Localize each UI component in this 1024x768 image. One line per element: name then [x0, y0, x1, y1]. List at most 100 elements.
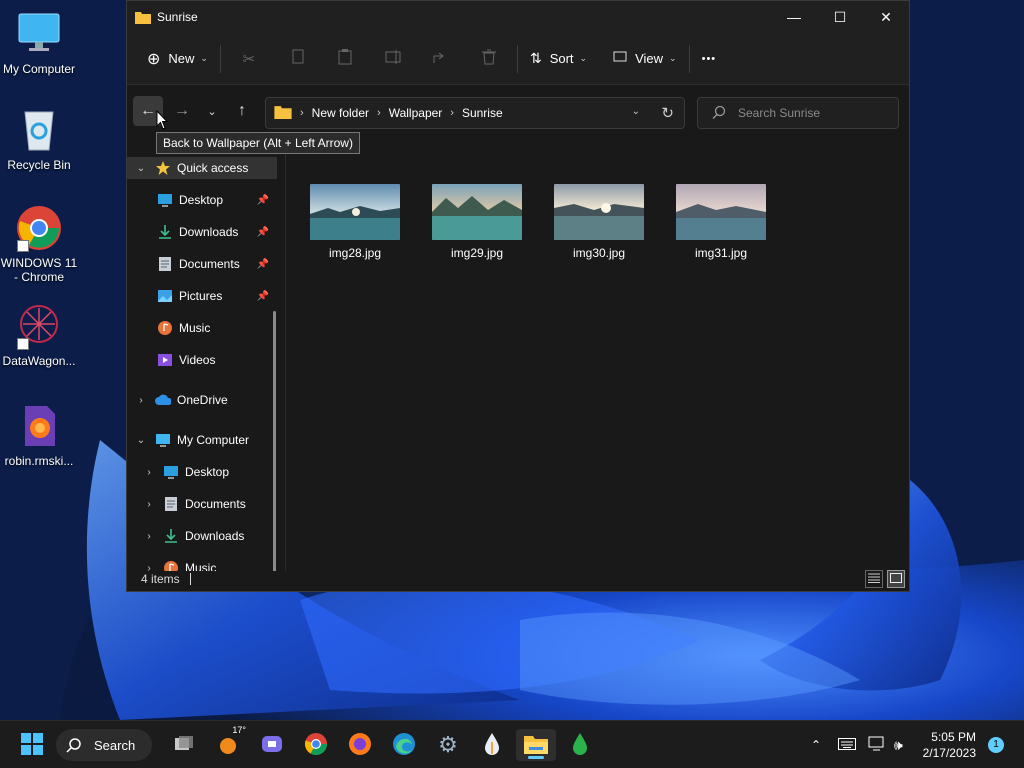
desktop-icon-datawagon[interactable]: DataWagon...: [0, 302, 78, 368]
up-button[interactable]: ↑: [227, 96, 257, 126]
title-bar[interactable]: Sunrise — ☐ ✕: [127, 1, 909, 33]
firefox-app[interactable]: [344, 729, 376, 761]
breadcrumb-item[interactable]: New folder: [312, 106, 369, 120]
forward-button[interactable]: →: [167, 96, 197, 126]
teams-app[interactable]: [256, 729, 288, 761]
chrome-app[interactable]: [300, 729, 332, 761]
search-box[interactable]: [697, 97, 899, 129]
file-item[interactable]: img31.jpg: [663, 177, 779, 260]
task-view-button[interactable]: [168, 729, 200, 761]
nav-item-label: Documents: [179, 257, 240, 271]
chevron-right-icon[interactable]: ›: [141, 467, 157, 478]
edge-app[interactable]: [388, 729, 420, 761]
desktop-icon-label: WINDOWS 11 - Chrome: [0, 256, 78, 284]
minimize-button[interactable]: —: [771, 1, 817, 33]
nav-scrollbar[interactable]: [273, 311, 276, 571]
chevron-right-icon[interactable]: ›: [141, 531, 157, 542]
recent-locations-button[interactable]: ⌄: [197, 96, 227, 126]
green-drop-app[interactable]: [564, 729, 596, 761]
inkdrop-app[interactable]: [476, 729, 508, 761]
nav-item-label: Desktop: [185, 465, 230, 479]
start-button[interactable]: [16, 729, 48, 761]
copy-button[interactable]: [273, 43, 321, 75]
recycle-bin-icon: [15, 106, 63, 154]
file-item[interactable]: img29.jpg: [419, 177, 535, 260]
desktop-icon-robin-file[interactable]: robin.rmski...: [0, 402, 78, 468]
clock[interactable]: 5:05 PM 2/17/2023: [923, 729, 976, 761]
status-bar: 4 items: [127, 567, 909, 591]
cut-button[interactable]: ✂: [225, 43, 273, 75]
taskbar-search[interactable]: Search: [56, 729, 152, 761]
nav-item-pictures[interactable]: Pictures 📌: [127, 285, 277, 307]
delete-button[interactable]: [465, 43, 513, 75]
more-options-button[interactable]: •••: [694, 43, 725, 75]
settings-app[interactable]: ⚙: [432, 729, 464, 761]
nav-item-videos[interactable]: Videos: [127, 349, 277, 371]
separator: [688, 44, 690, 73]
status-divider: [189, 573, 191, 585]
desktop-icon-recycle-bin[interactable]: Recycle Bin: [0, 106, 78, 172]
copy-icon: [290, 49, 304, 68]
keyboard-icon[interactable]: [838, 737, 856, 753]
maximize-button[interactable]: ☐: [817, 1, 863, 33]
scissors-icon: ✂: [242, 50, 256, 68]
network-icon[interactable]: [868, 736, 886, 755]
green-droplet-icon: [571, 732, 589, 759]
breadcrumb-item[interactable]: Wallpaper: [389, 106, 443, 120]
rename-button[interactable]: [369, 43, 417, 75]
share-button[interactable]: [417, 43, 465, 75]
nav-item-downloads[interactable]: Downloads 📌: [127, 221, 277, 243]
close-button[interactable]: ✕: [863, 1, 909, 33]
show-hidden-icons-button[interactable]: ⌃: [806, 738, 826, 752]
clock-date: 2/17/2023: [922, 746, 976, 760]
nav-item-my-computer[interactable]: ⌄ My Computer: [127, 429, 277, 451]
nav-item-downloads[interactable]: › Downloads: [127, 525, 277, 547]
download-icon: [163, 528, 179, 544]
cloud-icon: [155, 392, 171, 408]
address-bar[interactable]: › New folder › Wallpaper › Sunrise ⌄ ↻: [265, 97, 685, 129]
chevron-right-icon[interactable]: ›: [141, 499, 157, 510]
chevron-down-icon: ⌄: [669, 53, 677, 63]
nav-item-music[interactable]: Music: [127, 317, 277, 339]
sort-button[interactable]: ⇅ Sort ⌄: [522, 43, 595, 75]
nav-item-documents[interactable]: › Documents: [127, 493, 277, 515]
file-item[interactable]: img30.jpg: [541, 177, 657, 260]
nav-item-quick-access[interactable]: ⌄ Quick access: [127, 157, 277, 179]
nav-item-desktop[interactable]: › Desktop: [127, 461, 277, 483]
view-button[interactable]: View ⌄: [605, 43, 685, 75]
desktop-icon-my-computer[interactable]: My Computer: [0, 10, 78, 76]
large-icons-view-button[interactable]: [887, 570, 905, 588]
search-input[interactable]: [738, 106, 888, 120]
droplet-icon: [483, 732, 501, 759]
taskbar-search-label: Search: [94, 737, 136, 753]
nav-item-desktop[interactable]: Desktop 📌: [127, 189, 277, 211]
file-item[interactable]: img28.jpg: [297, 177, 413, 260]
refresh-icon[interactable]: ↻: [661, 104, 674, 122]
chevron-down-icon[interactable]: ⌄: [133, 435, 149, 446]
details-view-button[interactable]: [865, 570, 883, 588]
chevron-down-icon[interactable]: ⌄: [133, 163, 149, 174]
desktop-icon-chrome[interactable]: WINDOWS 11 - Chrome: [0, 204, 78, 284]
sort-icon: ⇅: [529, 50, 542, 66]
pane-divider[interactable]: [285, 153, 286, 571]
address-dropdown-icon[interactable]: ⌄: [632, 106, 640, 117]
firefox-icon: [348, 732, 372, 759]
chevron-right-icon[interactable]: ›: [133, 395, 149, 406]
desktop-icon-label: Recycle Bin: [7, 158, 71, 172]
nav-item-onedrive[interactable]: › OneDrive: [127, 389, 277, 411]
image-thumbnail: [554, 184, 644, 240]
item-count: 4 items: [141, 572, 180, 586]
settings-icon: ⚙: [438, 732, 458, 757]
notification-badge[interactable]: 1: [988, 737, 1004, 753]
new-button[interactable]: ⊕ New ⌄: [139, 43, 216, 75]
window-title: Sunrise: [157, 10, 198, 24]
breadcrumb-item[interactable]: Sunrise: [462, 106, 503, 120]
file-explorer-app[interactable]: [516, 729, 556, 761]
nav-item-documents[interactable]: Documents 📌: [127, 253, 277, 275]
desktop-icon-label: My Computer: [2, 62, 76, 76]
paste-button[interactable]: [321, 43, 369, 75]
weather-widget[interactable]: 17°: [212, 725, 246, 761]
volume-icon[interactable]: 🕪: [894, 737, 903, 754]
image-thumbnail: [676, 184, 766, 240]
file-explorer-window: Sunrise — ☐ ✕ ⊕ New ⌄ ✂ ⇅ Sort ⌄ View ⌄: [126, 0, 910, 592]
